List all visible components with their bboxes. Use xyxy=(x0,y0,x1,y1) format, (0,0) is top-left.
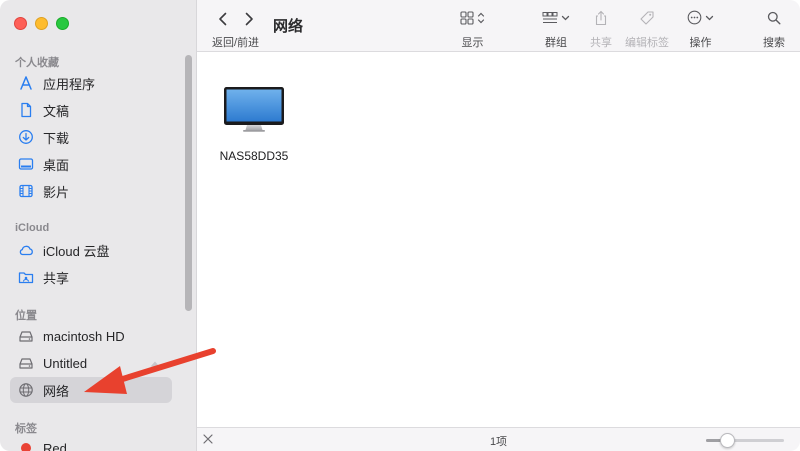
action-button[interactable]: 操作 xyxy=(687,10,714,50)
chevron-down-icon xyxy=(705,11,714,30)
toolbar: 网络 返回/前进 显示 群组 共享 编辑标签 操作 搜索 xyxy=(197,0,800,52)
sidebar-item-downloads[interactable]: 下载 xyxy=(10,124,172,150)
file-item-label: NAS58DD35 xyxy=(219,149,289,163)
search-icon xyxy=(767,11,781,30)
group-icon xyxy=(542,11,558,30)
share-icon xyxy=(594,10,608,31)
forward-arrow-icon[interactable] xyxy=(243,11,255,32)
sidebar-scrollbar[interactable] xyxy=(185,55,192,311)
nav-label: 返回/前进 xyxy=(212,37,260,49)
finder-window: 个人收藏 应用程序 文稿 下载 桌面 影片 iCloud iCloud 云盘 共… xyxy=(0,0,800,451)
search-button-label: 搜索 xyxy=(763,37,785,49)
edit-tags-button[interactable]: 编辑标签 xyxy=(625,10,669,50)
eject-icon[interactable] xyxy=(150,358,160,373)
document-icon xyxy=(18,102,34,118)
network-icon xyxy=(18,382,34,398)
desktop-icon xyxy=(18,156,34,172)
applications-icon xyxy=(18,75,34,91)
sidebar-item-icloud-drive[interactable]: iCloud 云盘 xyxy=(10,237,172,263)
zoom-button[interactable] xyxy=(56,17,69,30)
close-button[interactable] xyxy=(14,17,27,30)
sidebar-item-label: Red xyxy=(43,440,67,451)
cloud-icon xyxy=(18,242,34,258)
sidebar-item-label: iCloud 云盘 xyxy=(43,243,110,259)
sidebar-item-label: macintosh HD xyxy=(43,328,125,344)
tag-icon xyxy=(639,10,655,31)
action-button-label: 操作 xyxy=(689,37,712,49)
sidebar-item-documents[interactable]: 文稿 xyxy=(10,97,172,123)
icon-size-slider[interactable] xyxy=(706,433,784,448)
updown-chevron-icon xyxy=(477,11,485,30)
chevron-down-icon xyxy=(561,11,570,30)
icloud-section-title: iCloud xyxy=(15,222,50,234)
sidebar-item-movies[interactable]: 影片 xyxy=(10,178,172,204)
sidebar-item-label: 影片 xyxy=(43,184,70,200)
view-button-label: 显示 xyxy=(461,37,484,49)
group-button[interactable]: 群组 xyxy=(542,10,570,50)
share-button-label: 共享 xyxy=(590,37,612,49)
sidebar-item-label: 桌面 xyxy=(43,157,70,173)
sidebar-item-label: 文稿 xyxy=(43,103,70,119)
sidebar-item-applications[interactable]: 应用程序 xyxy=(10,70,172,96)
edit-tags-button-label: 编辑标签 xyxy=(625,37,669,49)
sidebar: 个人收藏 应用程序 文稿 下载 桌面 影片 iCloud iCloud 云盘 共… xyxy=(0,0,197,451)
sidebar-item-macintosh-hd[interactable]: macintosh HD xyxy=(10,323,172,349)
grid-view-icon xyxy=(460,10,474,30)
tags-section-title: 标签 xyxy=(15,423,37,435)
sidebar-item-tag-red[interactable]: Red xyxy=(10,435,172,451)
sidebar-item-network[interactable]: 网络 xyxy=(10,377,172,403)
shared-folder-icon xyxy=(18,269,34,285)
window-title: 网络 xyxy=(273,18,304,35)
red-tag-dot-icon xyxy=(18,440,34,451)
sidebar-item-untitled[interactable]: Untitled xyxy=(10,350,172,376)
nav-arrows xyxy=(217,11,255,32)
file-browser-content[interactable]: NAS58DD35 xyxy=(197,52,800,427)
locations-section-title: 位置 xyxy=(15,310,37,322)
view-button[interactable]: 显示 xyxy=(460,10,485,50)
status-bar: 1项 xyxy=(197,427,800,451)
disk-icon xyxy=(18,328,34,344)
disk-icon xyxy=(18,355,34,371)
sidebar-item-shared[interactable]: 共享 xyxy=(10,264,172,290)
favorites-section-title: 个人收藏 xyxy=(15,57,59,69)
more-icon xyxy=(687,10,702,30)
sidebar-item-label: 共享 xyxy=(43,270,70,286)
monitor-icon xyxy=(223,86,285,139)
movies-icon xyxy=(18,183,34,199)
sidebar-item-label: Untitled xyxy=(43,355,88,371)
search-button[interactable]: 搜索 xyxy=(763,10,785,50)
back-arrow-icon[interactable] xyxy=(217,11,229,32)
sidebar-item-label: 应用程序 xyxy=(43,76,96,92)
window-controls xyxy=(14,17,69,30)
network-device-item[interactable]: NAS58DD35 xyxy=(217,86,291,163)
sidebar-item-label: 网络 xyxy=(43,383,70,399)
download-icon xyxy=(18,129,34,145)
sidebar-item-label: 下载 xyxy=(43,130,70,146)
share-button[interactable]: 共享 xyxy=(590,10,612,50)
group-button-label: 群组 xyxy=(545,37,567,49)
minimize-button[interactable] xyxy=(35,17,48,30)
sidebar-item-desktop[interactable]: 桌面 xyxy=(10,151,172,177)
slider-knob[interactable] xyxy=(719,433,735,448)
